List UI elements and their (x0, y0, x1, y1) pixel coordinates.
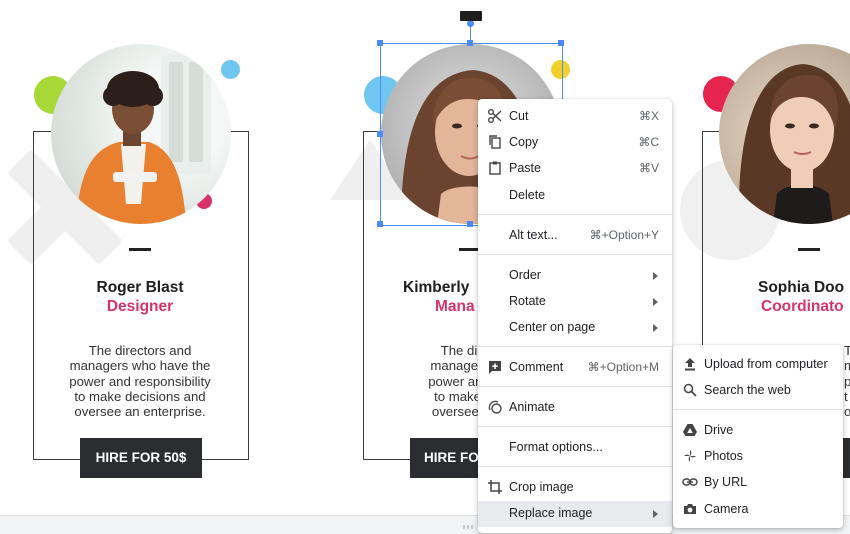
menu-item-rotate[interactable]: Rotate (478, 289, 672, 315)
menu-separator (673, 409, 843, 410)
menu-item-paste[interactable]: Paste ⌘V (478, 156, 672, 182)
menu-separator (478, 466, 672, 467)
submenu-arrow-icon (653, 272, 658, 280)
add-comment-icon (489, 361, 501, 374)
menu-item-crop-image[interactable]: Crop image (478, 475, 672, 501)
menu-item-alt-text[interactable]: Alt text... ⌘+Option+Y (478, 223, 672, 249)
member-role: Coordinato (761, 298, 844, 315)
decorative-circle-blue (221, 60, 240, 79)
divider-dash (129, 248, 151, 251)
resize-handle-ne[interactable] (558, 40, 564, 46)
resize-handle-n[interactable] (467, 40, 473, 46)
menu-separator (478, 426, 672, 427)
profile-photo[interactable] (51, 44, 231, 224)
member-role: Mana (435, 298, 475, 315)
submenu-item-by-url[interactable]: By URL (673, 470, 843, 496)
submenu-item-camera[interactable]: Camera (673, 497, 843, 523)
submenu-item-photos[interactable]: Photos (673, 444, 843, 470)
link-icon (682, 478, 698, 486)
member-description: Tmpto (844, 343, 850, 420)
animate-icon (488, 400, 502, 414)
resize-handle-nw[interactable] (377, 40, 383, 46)
upload-icon (685, 358, 695, 371)
drag-handle-icon[interactable] (463, 525, 475, 529)
menu-item-order[interactable]: Order (478, 263, 672, 289)
member-description: The directors and managers who have the po… (69, 343, 211, 420)
menu-separator (478, 214, 672, 215)
menu-separator (478, 386, 672, 387)
submenu-arrow-icon (653, 298, 658, 306)
context-menu: Cut ⌘X Copy ⌘C Paste ⌘V Delete Alt text.… (478, 99, 672, 533)
member-name: Sophia Doo (758, 279, 845, 296)
submenu-item-search-web[interactable]: Search the web (673, 378, 843, 404)
menu-item-replace-image[interactable]: Replace image (478, 501, 672, 527)
crop-icon (488, 480, 502, 494)
menu-separator (478, 346, 672, 347)
member-name: Kimberly (403, 279, 470, 296)
submenu-arrow-icon (653, 510, 658, 518)
camera-icon (684, 504, 696, 514)
search-icon (683, 383, 697, 397)
resize-handle-w[interactable] (377, 131, 383, 137)
clipboard-icon (489, 161, 501, 175)
menu-item-copy[interactable]: Copy ⌘C (478, 130, 672, 156)
person-illustration (76, 54, 211, 224)
menu-item-comment[interactable]: Comment ⌘+Option+M (478, 355, 672, 381)
submenu-item-upload[interactable]: Upload from computer (673, 352, 843, 378)
rotate-handle[interactable] (467, 20, 474, 27)
menu-separator (478, 254, 672, 255)
menu-item-center-on-page[interactable]: Center on page (478, 315, 672, 341)
submenu-arrow-icon (653, 324, 658, 332)
resize-handle-sw[interactable] (377, 221, 383, 227)
resize-handle-s[interactable] (467, 221, 473, 227)
scissors-icon (488, 109, 502, 123)
menu-item-delete[interactable]: Delete (478, 183, 672, 209)
hire-button[interactable]: HIRE FOR 50$ (80, 438, 202, 478)
submenu-item-drive[interactable]: Drive (673, 418, 843, 444)
member-name: Roger Blast (96, 279, 184, 296)
photos-icon (684, 450, 696, 462)
replace-image-submenu: Upload from computer Search the web Driv… (673, 345, 843, 528)
drive-icon (683, 424, 697, 436)
member-role: Designer (106, 298, 174, 315)
menu-item-cut[interactable]: Cut ⌘X (478, 104, 672, 130)
selection-tag (460, 11, 482, 21)
menu-item-animate[interactable]: Animate (478, 395, 672, 421)
copy-icon (489, 135, 501, 149)
menu-item-format-options[interactable]: Format options... (478, 435, 672, 461)
divider-dash (798, 248, 820, 251)
